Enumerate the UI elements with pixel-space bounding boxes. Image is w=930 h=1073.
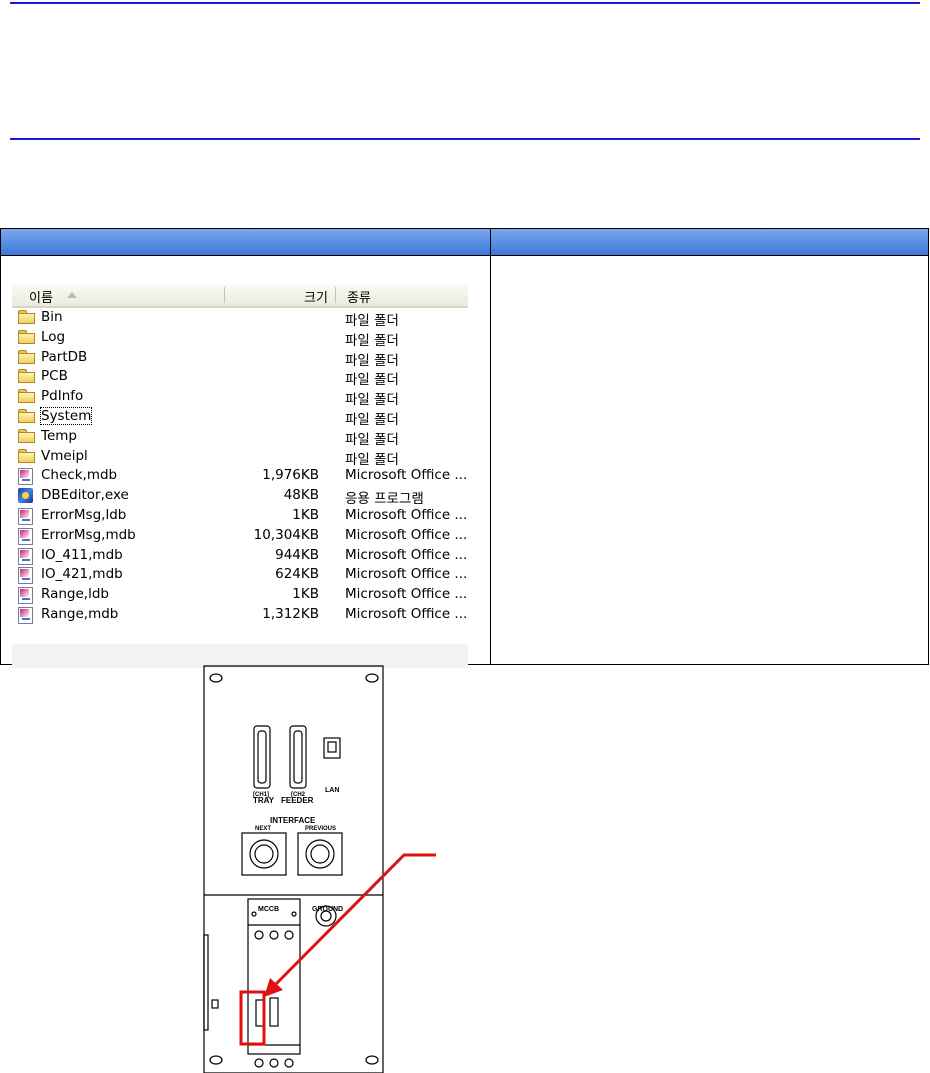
tray-label: TRAY — [253, 796, 275, 805]
lan-port — [323, 737, 341, 759]
mccb-label: MCCB — [258, 906, 279, 913]
ch1-tray-connector — [253, 725, 271, 789]
mount-hole-bottom-right — [365, 1055, 379, 1065]
device-panel-drawing: [CH1] TRAY [CH2 FEEDER LAN INTERFACE NEX… — [203, 665, 436, 1073]
lan-label: LAN — [325, 787, 339, 794]
previous-label: PREVIOUS — [305, 826, 336, 832]
mount-hole-bottom-left — [209, 1055, 223, 1065]
mount-hole-top-right — [365, 673, 379, 683]
mccb-breaker — [247, 898, 301, 1055]
next-label: NEXT — [255, 826, 271, 832]
next-button-housing — [241, 832, 287, 876]
panel-outline — [203, 665, 384, 1073]
ch2-feeder-connector — [289, 725, 307, 789]
feeder-label: FEEDER — [281, 796, 314, 805]
previous-button-housing — [297, 832, 343, 876]
mount-hole-top-left — [209, 673, 223, 683]
ground-label: GROUND — [312, 906, 343, 913]
interface-label: INTERFACE — [270, 816, 316, 825]
